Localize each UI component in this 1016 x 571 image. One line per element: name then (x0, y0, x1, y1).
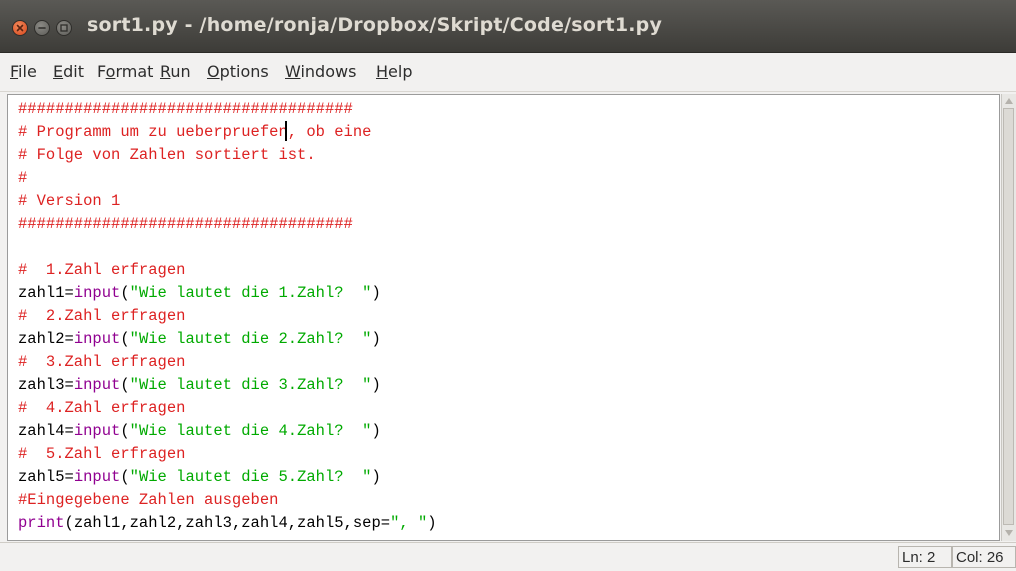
code-line: # Version 1 (18, 190, 120, 213)
code-token-default: ) (427, 514, 437, 532)
code-token-default: ) (371, 422, 381, 440)
maximize-icon[interactable] (56, 20, 72, 36)
code-token-builtin: input (73, 330, 121, 348)
code-line: # 4.Zahl erfragen (18, 397, 185, 420)
code-line: # 2.Zahl erfragen (18, 305, 185, 328)
code-line: #Eingegebene Zahlen ausgeben (18, 489, 278, 512)
code-token-comment: #Eingegebene Zahlen ausgeben (18, 491, 279, 509)
code-token-string: "Wie lautet die 1.Zahl? " (129, 284, 372, 302)
code-line: #################################### (18, 213, 353, 236)
code-token-comment: # 4.Zahl erfragen (18, 399, 186, 417)
code-line: print(zahl1,zahl2,zahl3,zahl4,zahl5,sep=… (18, 512, 437, 535)
minimize-icon[interactable] (34, 20, 50, 36)
code-token-comment: # 5.Zahl erfragen (18, 445, 186, 463)
code-token-default: ( (120, 376, 130, 394)
scroll-down-icon[interactable] (1004, 528, 1014, 538)
menu-format[interactable]: Format (97, 62, 153, 81)
code-token-builtin: print (18, 514, 65, 532)
status-column: Col: 26 (952, 546, 1016, 568)
code-line: zahl2=input("Wie lautet die 2.Zahl? ") (18, 328, 381, 351)
menu-help[interactable]: Help (376, 62, 412, 81)
code-line: zahl1=input("Wie lautet die 1.Zahl? ") (18, 282, 381, 305)
code-token-default: (zahl1,zahl2,zahl3,zahl4,zahl5,sep= (64, 514, 391, 532)
code-token-builtin: input (73, 422, 121, 440)
scroll-up-icon[interactable] (1004, 96, 1014, 106)
code-line: # Folge von Zahlen sortiert ist. (18, 144, 316, 167)
code-token-builtin: input (73, 284, 121, 302)
menu-edit[interactable]: Edit (53, 62, 84, 81)
status-line: Ln: 2 (898, 546, 952, 568)
vertical-scrollbar[interactable] (1001, 94, 1016, 541)
code-token-default: ( (120, 468, 130, 486)
code-token-builtin: input (73, 376, 121, 394)
code-token-comment: # Folge von Zahlen sortiert ist. (18, 146, 316, 164)
scrollbar-thumb[interactable] (1003, 108, 1014, 525)
code-token-comment: # Version 1 (18, 192, 121, 210)
code-line: zahl4=input("Wie lautet die 4.Zahl? ") (18, 420, 381, 443)
code-editor[interactable]: #################################### # Pr… (7, 94, 1000, 541)
code-token-comment: # Programm um zu ueberpruefen, ob eine (18, 123, 372, 141)
menu-run[interactable]: Run (160, 62, 191, 81)
code-token-default: zahl1= (18, 284, 74, 302)
code-token-default: ( (120, 284, 130, 302)
code-line: # (18, 167, 27, 190)
code-token-default: ( (120, 330, 130, 348)
menu-windows[interactable]: Windows (285, 62, 356, 81)
code-token-string: "Wie lautet die 2.Zahl? " (129, 330, 372, 348)
idle-editor-window: sort1.py - /home/ronja/Dropbox/Skript/Co… (0, 0, 1016, 571)
code-token-string: ", " (390, 514, 428, 532)
code-token-default: zahl5= (18, 468, 74, 486)
title-bar[interactable]: sort1.py - /home/ronja/Dropbox/Skript/Co… (0, 0, 1016, 53)
code-line: # 3.Zahl erfragen (18, 351, 185, 374)
menu-bar: File Edit Format Run Options Windows Hel… (0, 53, 1016, 92)
code-token-default: ( (120, 422, 130, 440)
code-line: zahl3=input("Wie lautet die 3.Zahl? ") (18, 374, 381, 397)
code-token-default: ) (371, 376, 381, 394)
code-token-comment: # 2.Zahl erfragen (18, 307, 186, 325)
code-token-comment: # 3.Zahl erfragen (18, 353, 186, 371)
code-line: # 5.Zahl erfragen (18, 443, 185, 466)
code-token-default: zahl2= (18, 330, 74, 348)
code-line: # 1.Zahl erfragen (18, 259, 185, 282)
status-bar: Ln: 2 Col: 26 (0, 542, 1016, 571)
code-token-default: zahl4= (18, 422, 74, 440)
code-token-comment: # 1.Zahl erfragen (18, 261, 186, 279)
code-token-default: ) (371, 330, 381, 348)
code-line: #################################### (18, 98, 353, 121)
code-token-comment: #################################### (18, 100, 353, 118)
code-token-builtin: input (73, 468, 121, 486)
code-token-default: ) (371, 284, 381, 302)
code-token-string: "Wie lautet die 3.Zahl? " (129, 376, 372, 394)
code-token-default: ) (371, 468, 381, 486)
close-icon[interactable] (12, 20, 28, 36)
menu-file[interactable]: File (10, 62, 37, 81)
code-token-comment: #################################### (18, 215, 353, 233)
code-line: # Programm um zu ueberpruefen, ob eine (18, 121, 371, 144)
code-token-string: "Wie lautet die 4.Zahl? " (129, 422, 372, 440)
window-title: sort1.py - /home/ronja/Dropbox/Skript/Co… (87, 14, 663, 36)
code-line: zahl5=input("Wie lautet die 5.Zahl? ") (18, 466, 381, 489)
code-token-string: "Wie lautet die 5.Zahl? " (129, 468, 372, 486)
menu-options[interactable]: Options (207, 62, 269, 81)
text-cursor (285, 121, 287, 141)
code-token-comment: # (18, 169, 28, 187)
code-token-default: zahl3= (18, 376, 74, 394)
